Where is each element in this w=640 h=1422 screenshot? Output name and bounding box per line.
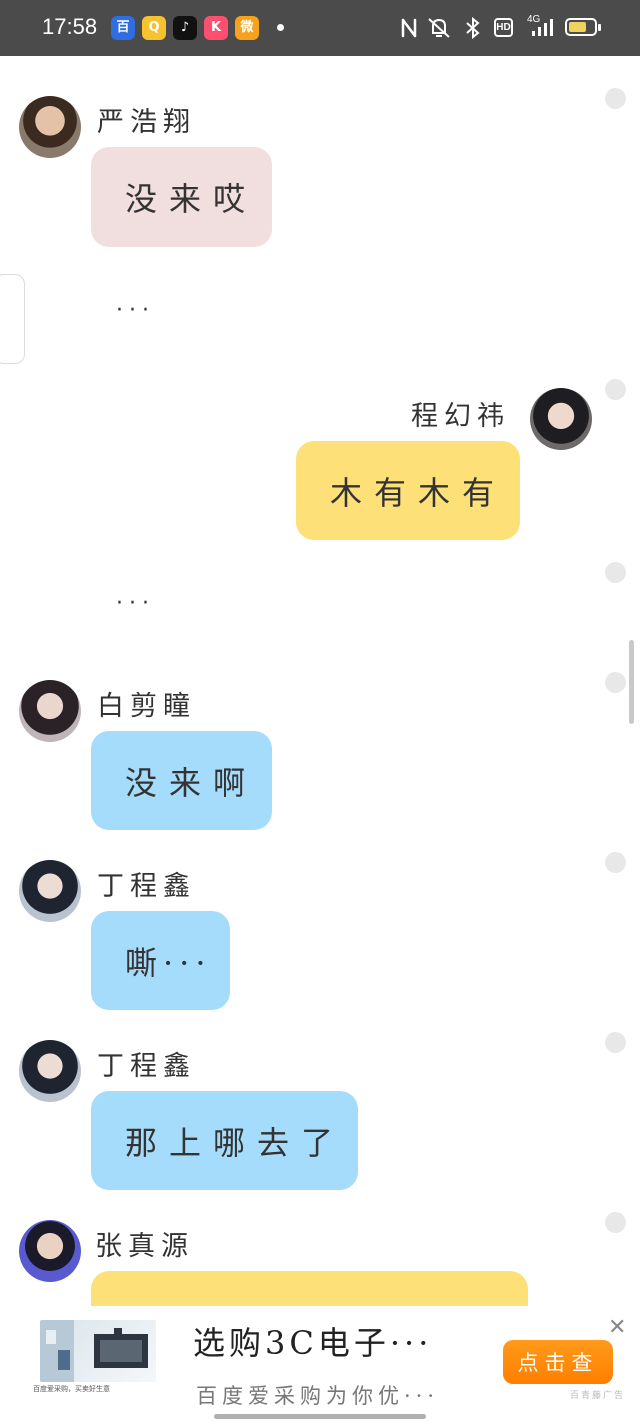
select-circle[interactable] — [605, 88, 626, 109]
message-bubble[interactable]: 那上哪去了 — [91, 1091, 358, 1190]
select-circle[interactable] — [605, 562, 626, 583]
nfc-icon — [400, 16, 418, 40]
ad-image-caption: 百度爱采购，买卖好生意 — [33, 1386, 110, 1393]
kuaishou-app-icon: K — [204, 16, 228, 40]
sender-name: 张真源 — [95, 1231, 194, 1262]
avatar[interactable] — [19, 680, 81, 742]
sender-name: 程幻祎 — [411, 401, 510, 432]
douyin-app-icon: ♪ — [173, 16, 197, 40]
avatar[interactable] — [19, 1040, 81, 1102]
avatar[interactable] — [19, 860, 81, 922]
sender-name: 严浩翔 — [97, 107, 196, 138]
mute-bell-icon — [425, 16, 453, 40]
ad-cta-button[interactable]: 点击查 — [503, 1340, 613, 1384]
select-circle[interactable] — [605, 672, 626, 693]
ad-source-label: 百青藤广告 — [570, 1391, 626, 1401]
qq-browser-app-icon: Q — [142, 16, 166, 40]
ad-banner[interactable]: 百度爱采购，买卖好生意 选购3C电子··· 百度爱采购为你优··· 点击查 ✕ … — [0, 1306, 640, 1422]
ellipsis-text: ··· — [116, 298, 155, 323]
home-indicator[interactable] — [214, 1414, 426, 1419]
message-bubble[interactable]: 没来哎 — [91, 147, 272, 247]
notification-dot-icon — [277, 24, 284, 31]
battery-icon — [565, 18, 601, 36]
scrollbar-thumb[interactable] — [629, 640, 634, 724]
message-bubble[interactable]: 没来啊 — [91, 731, 272, 830]
ad-title[interactable]: 选购3C电子··· — [193, 1318, 432, 1364]
sender-name: 丁程鑫 — [97, 871, 196, 902]
avatar[interactable] — [530, 388, 592, 450]
chat-area[interactable]: 严浩翔 没来哎 ··· 程幻祎 木有木有 ··· 白剪瞳 没来啊 丁程鑫 嘶··… — [0, 56, 640, 1306]
sender-name: 白剪瞳 — [97, 691, 196, 722]
avatar[interactable] — [19, 96, 81, 158]
status-time: 17:58 — [42, 14, 98, 39]
select-circle[interactable] — [605, 1032, 626, 1053]
signal-strength-icon — [530, 16, 556, 40]
select-circle[interactable] — [605, 379, 626, 400]
close-icon[interactable]: ✕ — [608, 1314, 626, 1340]
message-bubble[interactable]: 嘶··· — [91, 911, 230, 1010]
select-circle[interactable] — [605, 1212, 626, 1233]
hd-badge: HD — [494, 18, 513, 37]
sender-name: 丁程鑫 — [97, 1051, 196, 1082]
side-drawer-handle[interactable] — [0, 274, 25, 364]
ad-product-image[interactable] — [40, 1320, 156, 1382]
message-bubble[interactable]: 木有木有 — [296, 441, 520, 540]
weibo-app-icon: 微 — [235, 16, 259, 40]
bluetooth-icon — [463, 16, 483, 40]
baidu-app-icon: 百 — [111, 16, 135, 40]
avatar[interactable] — [19, 1220, 81, 1282]
ellipsis-text: ··· — [116, 591, 155, 616]
select-circle[interactable] — [605, 852, 626, 873]
message-bubble[interactable] — [91, 1271, 528, 1306]
ad-subtitle[interactable]: 百度爱采购为你优··· — [196, 1380, 439, 1410]
status-bar: 17:58 百 Q ♪ K 微 HD 4G — [0, 0, 640, 56]
screen: 17:58 百 Q ♪ K 微 HD 4G 严浩翔 没来哎 ··· 程幻祎 木有… — [0, 0, 640, 1422]
